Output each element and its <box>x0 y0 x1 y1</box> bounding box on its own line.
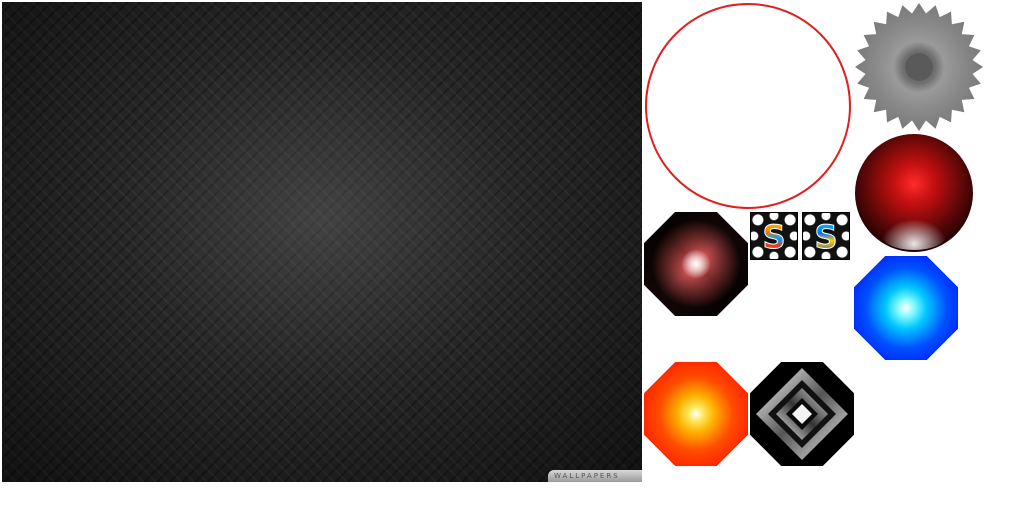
dark-red-gem-sprite <box>644 212 748 316</box>
s-tile-cool-letter: S <box>814 219 837 253</box>
watermark-badge: WALLPAPERS <box>548 470 642 482</box>
gear-icon <box>855 3 983 131</box>
s-tile-warm-sprite: S <box>750 212 798 260</box>
orange-gem-sprite <box>644 362 748 466</box>
red-ring-sprite <box>645 3 851 209</box>
s-tile-cool-sprite: S <box>802 212 850 260</box>
metal-plate-texture: WALLPAPERS <box>2 2 642 482</box>
red-orb-sprite <box>855 134 973 252</box>
silver-diamond-gem-sprite <box>750 362 854 466</box>
blue-gem-sprite <box>854 256 958 360</box>
s-tile-warm-letter: S <box>762 219 785 253</box>
